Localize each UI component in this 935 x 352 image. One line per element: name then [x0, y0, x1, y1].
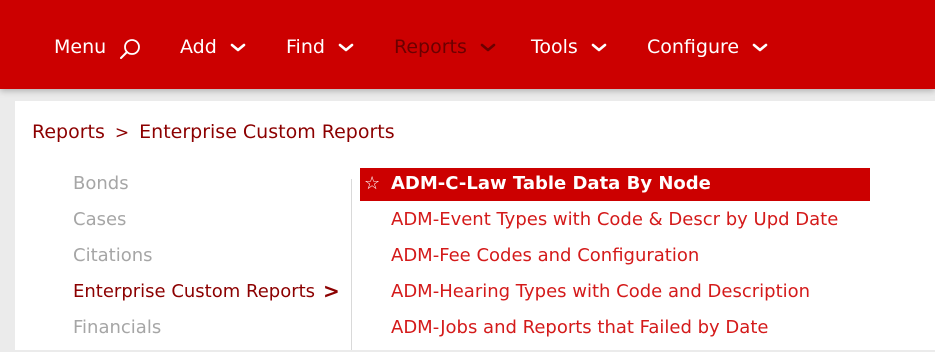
nav-add-label: Add [180, 36, 217, 58]
nav-find-label: Find [286, 36, 325, 58]
report-item[interactable]: ADM-Jobs and Reports that Failed by Date [360, 312, 870, 348]
category-item-cases[interactable]: Cases [73, 208, 315, 244]
report-list: ☆ ADM-C-Law Table Data By Node ADM-Event … [360, 168, 870, 348]
category-item-financials[interactable]: Financials [73, 316, 315, 352]
chevron-down-icon [591, 43, 607, 52]
nav-find[interactable]: Find [286, 33, 355, 61]
content-panel: Reports > Enterprise Custom Reports Bonds … [15, 101, 935, 350]
chevron-down-icon [230, 43, 246, 52]
nav-tools-label: Tools [531, 36, 578, 58]
report-item[interactable]: ADM-Fee Codes and Configuration [360, 240, 870, 276]
nav-configure[interactable]: Configure [647, 33, 769, 61]
chevron-down-icon [752, 43, 768, 52]
report-label: ADM-C-Law Table Data By Node [391, 173, 711, 194]
breadcrumb-separator: > [114, 123, 130, 143]
nav-tools[interactable]: Tools [531, 33, 608, 61]
nav-configure-label: Configure [647, 36, 740, 58]
nav-menu-label: Menu [54, 36, 107, 58]
top-navigation-bar: Menu Add Find Reports Tools Configure [0, 0, 935, 89]
chevron-down-icon [338, 43, 354, 52]
active-category-arrow: > [323, 279, 340, 303]
category-list: Bonds Cases Citations Enterprise Custom … [73, 172, 315, 352]
nav-menu[interactable]: Menu [54, 33, 142, 61]
column-divider [351, 179, 352, 350]
category-item-bonds[interactable]: Bonds [73, 172, 315, 208]
category-item-citations[interactable]: Citations [73, 244, 315, 280]
report-item[interactable]: ☆ ADM-C-Law Table Data By Node [360, 168, 870, 201]
breadcrumb: Reports > Enterprise Custom Reports [32, 121, 395, 143]
star-outline-icon[interactable]: ☆ [364, 168, 386, 200]
chevron-down-icon [480, 43, 496, 52]
nav-reports-label: Reports [394, 36, 467, 58]
report-item[interactable]: ADM-Event Types with Code & Descr by Upd… [360, 204, 870, 240]
nav-add[interactable]: Add [180, 33, 247, 61]
nav-reports[interactable]: Reports [394, 33, 497, 61]
breadcrumb-root-link[interactable]: Reports [32, 121, 105, 143]
report-item[interactable]: ADM-Hearing Types with Code and Descript… [360, 276, 870, 312]
category-item-enterprise-custom-reports[interactable]: Enterprise Custom Reports [73, 280, 315, 316]
search-icon [120, 39, 141, 59]
breadcrumb-current: Enterprise Custom Reports [139, 121, 395, 143]
